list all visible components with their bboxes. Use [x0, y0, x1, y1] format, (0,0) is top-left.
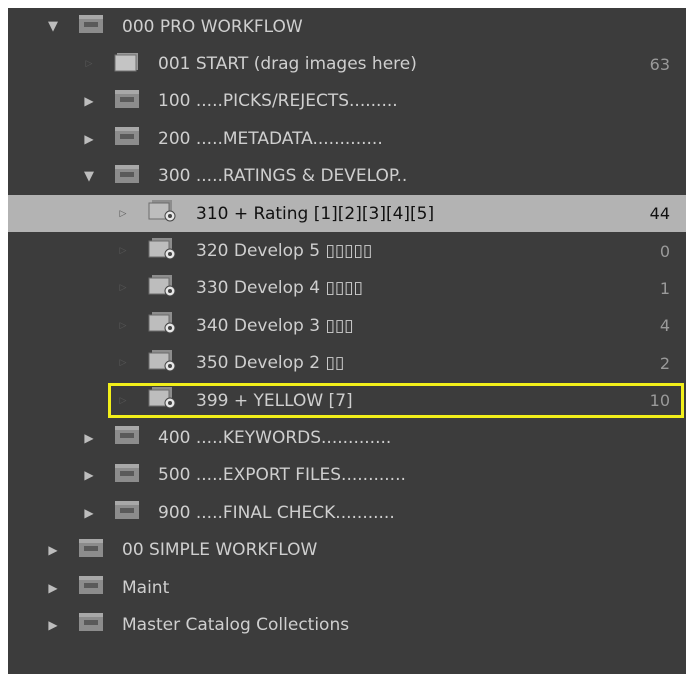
collection-label: 500 .....EXPORT FILES............: [158, 465, 406, 486]
collection-set-icon: [78, 538, 104, 563]
collection-label: 200 .....METADATA.............: [158, 128, 383, 149]
disclosure-disabled-icon: ▷: [85, 59, 93, 70]
collection-set-icon: [114, 126, 140, 151]
disclosure-collapsed-icon[interactable]: ▶: [82, 506, 96, 520]
collection-label: 320 Develop 5 ▯▯▯▯▯: [196, 241, 373, 262]
collection-row[interactable]: ▶ 900 .....FINAL CHECK...........: [8, 494, 686, 531]
collection-row[interactable]: ▷ 310 + Rating [1][2][3][4][5] 44: [8, 194, 686, 233]
smart-collection-icon: [148, 199, 178, 228]
collection-count: 2: [659, 353, 670, 373]
collection-count: 63: [649, 54, 670, 74]
disclosure-disabled-icon: ▷: [119, 395, 127, 406]
collection-row[interactable]: ▷ 350 Develop 2 ▯▯ 2: [8, 345, 686, 382]
collection-count: 1: [659, 278, 670, 298]
collection-set-icon: [114, 164, 140, 189]
collection-set-icon: [114, 463, 140, 488]
collection-label: 001 START (drag images here): [158, 54, 417, 75]
collection-tree: ▼ 000 PRO WORKFLOW ▷ 001 START (drag images…: [8, 8, 686, 644]
collection-set-icon: [114, 500, 140, 525]
disclosure-collapsed-icon[interactable]: ▶: [46, 618, 60, 632]
disclosure-expanded-icon[interactable]: ▼: [82, 169, 96, 184]
collection-row[interactable]: ▶ 00 SIMPLE WORKFLOW: [8, 531, 686, 568]
collection-row[interactable]: ▷ 340 Develop 3 ▯▯▯ 4: [8, 307, 686, 344]
collection-row[interactable]: ▷ 399 + YELLOW [7] 10: [8, 382, 686, 419]
disclosure-collapsed-icon[interactable]: ▶: [82, 431, 96, 445]
collection-row[interactable]: ▶ Master Catalog Collections: [8, 606, 686, 643]
disclosure-collapsed-icon[interactable]: ▶: [82, 468, 96, 482]
collection-label: 340 Develop 3 ▯▯▯: [196, 315, 354, 336]
collection-label: 310 + Rating [1][2][3][4][5]: [196, 203, 435, 224]
smart-collection-icon: [148, 386, 178, 415]
collection-set-icon: [114, 89, 140, 114]
disclosure-expanded-icon[interactable]: ▼: [46, 19, 60, 34]
collection-label: 330 Develop 4 ▯▯▯▯: [196, 278, 363, 299]
collection-label: Maint: [122, 577, 170, 598]
collection-row[interactable]: ▶ 400 .....KEYWORDS.............: [8, 419, 686, 456]
disclosure-disabled-icon: ▷: [119, 320, 127, 331]
smart-collection-icon: [148, 237, 178, 266]
collection-row[interactable]: ▼ 300 .....RATINGS & DEVELOP..: [8, 158, 686, 195]
collection-count: 0: [659, 241, 670, 261]
collection-label: 350 Develop 2 ▯▯: [196, 353, 345, 374]
collection-row[interactable]: ▶ 500 .....EXPORT FILES............: [8, 457, 686, 494]
disclosure-collapsed-icon[interactable]: ▶: [82, 132, 96, 146]
disclosure-collapsed-icon[interactable]: ▶: [82, 94, 96, 108]
collection-row[interactable]: ▷ 001 START (drag images here) 63: [8, 45, 686, 82]
disclosure-collapsed-icon[interactable]: ▶: [46, 581, 60, 595]
collection-set-icon: [78, 14, 104, 39]
disclosure-disabled-icon: ▷: [119, 358, 127, 369]
collection-label: 400 .....KEYWORDS.............: [158, 427, 392, 448]
collection-count: 4: [659, 316, 670, 336]
collection-label: 000 PRO WORKFLOW: [122, 16, 303, 37]
collection-icon: [114, 52, 140, 77]
smart-collection-icon: [148, 274, 178, 303]
smart-collection-icon: [148, 311, 178, 340]
collection-row[interactable]: ▶ 100 .....PICKS/REJECTS.........: [8, 83, 686, 120]
collections-panel: ▼ 000 PRO WORKFLOW ▷ 001 START (drag images…: [8, 8, 686, 674]
collection-row[interactable]: ▷ 320 Develop 5 ▯▯▯▯▯ 0: [8, 232, 686, 269]
collection-set-icon: [78, 612, 104, 637]
collection-label: 300 .....RATINGS & DEVELOP..: [158, 166, 408, 187]
collection-label: Master Catalog Collections: [122, 614, 350, 635]
collection-row[interactable]: ▼ 000 PRO WORKFLOW: [8, 8, 686, 45]
disclosure-disabled-icon: ▷: [119, 246, 127, 257]
collection-label: 00 SIMPLE WORKFLOW: [122, 540, 318, 561]
collection-label: 100 .....PICKS/REJECTS.........: [158, 91, 398, 112]
collection-row[interactable]: ▶ 200 .....METADATA.............: [8, 120, 686, 157]
smart-collection-icon: [148, 349, 178, 378]
collection-label: 900 .....FINAL CHECK...........: [158, 502, 395, 523]
collection-label: 399 + YELLOW [7]: [196, 390, 353, 411]
disclosure-disabled-icon: ▷: [119, 283, 127, 294]
disclosure-disabled-icon: ▷: [119, 208, 127, 219]
collection-count: 10: [649, 391, 670, 411]
disclosure-collapsed-icon[interactable]: ▶: [46, 543, 60, 557]
collection-count: 44: [649, 204, 670, 224]
collection-row[interactable]: ▶ Maint: [8, 569, 686, 606]
collection-set-icon: [114, 425, 140, 450]
collection-set-icon: [78, 575, 104, 600]
collection-row[interactable]: ▷ 330 Develop 4 ▯▯▯▯ 1: [8, 270, 686, 307]
